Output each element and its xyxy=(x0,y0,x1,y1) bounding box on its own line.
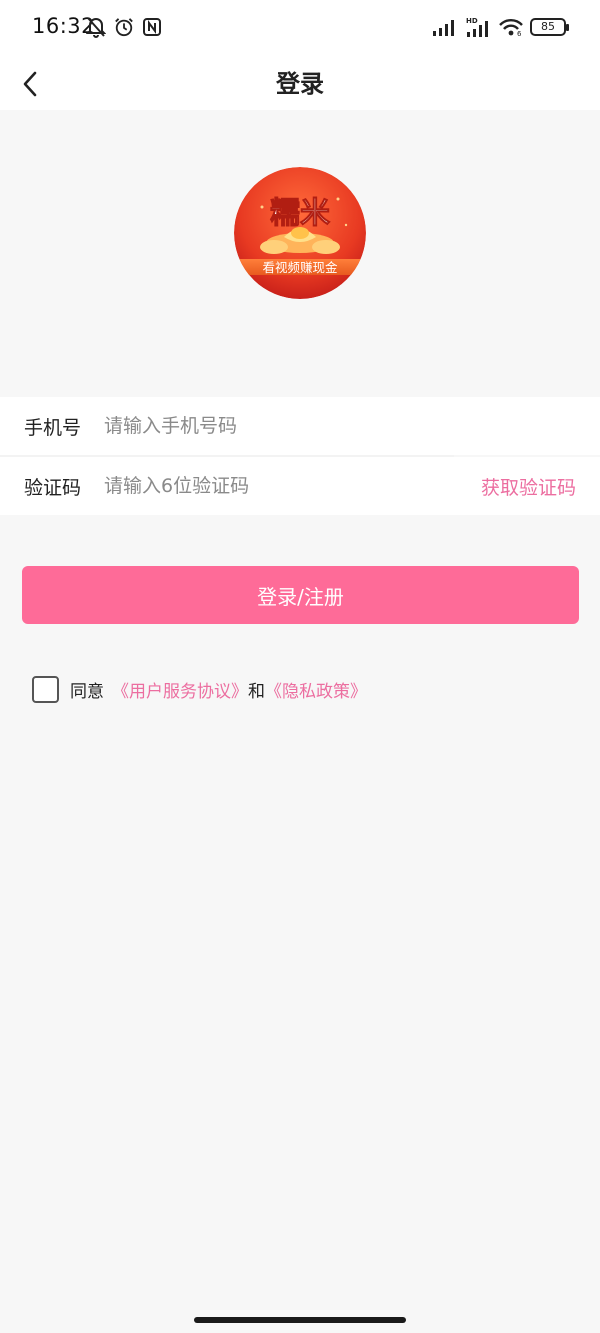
agree-and-text: 和 xyxy=(248,682,265,702)
nfc-icon xyxy=(143,18,161,36)
code-row: 验证码 获取验证码 xyxy=(0,457,600,515)
nav-bar: 登录 xyxy=(0,56,600,110)
agree-prefix: 同意 xyxy=(70,682,104,702)
status-left-icons xyxy=(86,16,162,38)
user-agreement-link[interactable]: 《用户服务协议》 xyxy=(112,677,248,702)
status-bar: 16:32 HD 6 85 xyxy=(0,0,600,56)
phone-input[interactable] xyxy=(104,406,444,446)
hd-signal-icon: HD xyxy=(466,17,488,37)
svg-text:HD: HD xyxy=(466,17,478,25)
logo-tagline: 看视频赚现金 xyxy=(262,260,338,275)
home-indicator xyxy=(194,1317,406,1323)
page-title: 登录 xyxy=(276,70,324,98)
battery-level: 85 xyxy=(541,20,555,33)
code-label: 验证码 xyxy=(24,476,82,499)
logo-wordmark: 糯米 xyxy=(270,196,330,231)
privacy-policy-link[interactable]: 《隐私政策》 xyxy=(265,677,367,702)
agree-checkbox[interactable] xyxy=(32,676,59,703)
get-code-button[interactable]: 获取验证码 xyxy=(481,473,576,500)
signal-icon xyxy=(433,20,454,36)
agreement-row: 同意 《用户服务协议》 和 《隐私政策》 xyxy=(32,676,367,703)
login-register-button[interactable]: 登录/注册 xyxy=(22,566,579,624)
wifi-icon: 6 xyxy=(499,19,523,37)
app-logo-image: 糯米 看视频赚现金 xyxy=(234,167,366,299)
mute-bell-icon xyxy=(86,17,106,38)
code-input[interactable] xyxy=(104,466,444,506)
status-right-icons: HD 6 85 xyxy=(432,16,569,38)
svg-text:6: 6 xyxy=(517,30,522,37)
app-logo: 糯米 看视频赚现金 xyxy=(234,167,366,299)
phone-row: 手机号 xyxy=(0,397,600,455)
alarm-icon xyxy=(115,18,133,37)
battery-icon: 85 xyxy=(530,18,569,36)
phone-label: 手机号 xyxy=(24,416,82,439)
